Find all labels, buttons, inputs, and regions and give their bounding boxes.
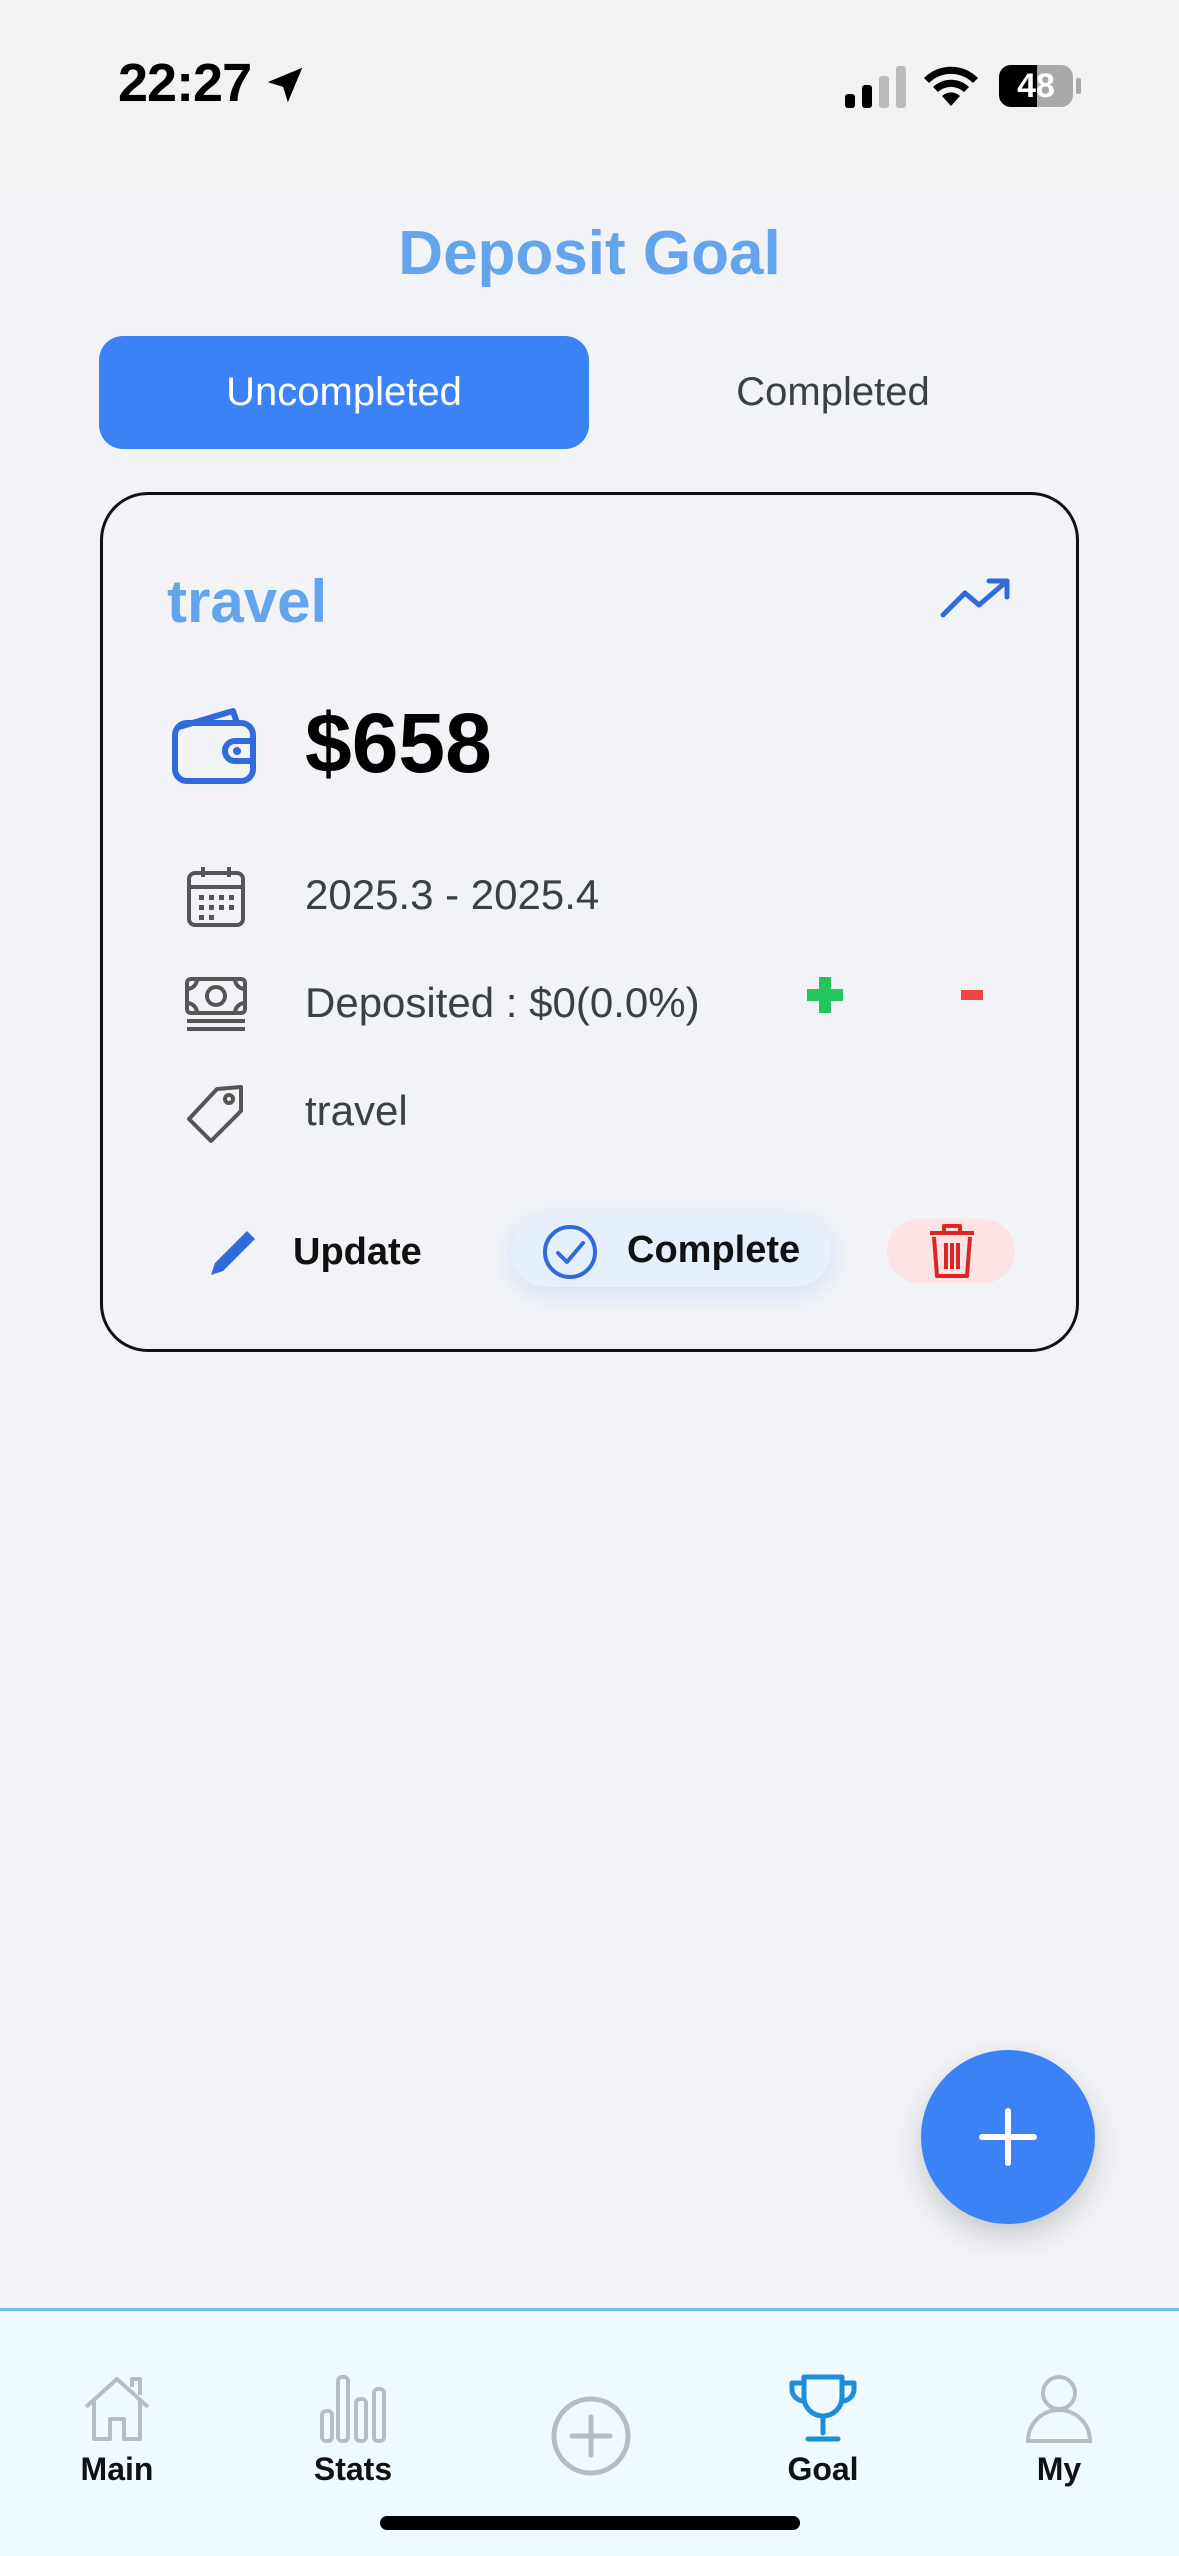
home-icon [84,2377,150,2441]
nav-stats-label: Stats [313,2451,393,2487]
delete-button[interactable] [887,1219,1015,1283]
goal-title: travel [167,568,328,635]
tag-icon [187,1085,243,1143]
bar-chart-icon [320,2375,386,2443]
trash-icon [930,1224,974,1278]
add-goal-fab[interactable] [921,2050,1095,2224]
wifi-icon [924,66,978,106]
nav-stats[interactable]: Stats [278,2371,428,2501]
status-bar: 22:27 48 [0,0,1179,200]
status-time: 22:27 [118,53,252,113]
complete-label: Complete [627,1229,801,1271]
page-title: Deposit Goal [398,219,781,288]
trending-up-icon[interactable] [939,575,1013,623]
nav-main[interactable]: Main [42,2371,192,2501]
plus-icon [979,2108,1037,2166]
nav-my[interactable]: My [984,2371,1134,2501]
goal-amount: $658 [305,696,492,790]
cellular-signal-icon [845,66,906,108]
update-label: Update [293,1231,422,1273]
nav-goal[interactable]: Goal [748,2371,898,2501]
add-circle-icon[interactable] [550,2395,632,2477]
tab-uncompleted[interactable]: Uncompleted [99,336,589,449]
wallet-icon [172,708,256,784]
pencil-icon [211,1231,255,1275]
tag-row: travel [103,1073,1082,1153]
period-row: 2025.3 - 2025.4 [103,857,1082,937]
home-indicator[interactable] [380,2516,800,2530]
location-arrow-icon [267,67,303,103]
battery-level: 48 [1017,67,1055,105]
tab-completed[interactable]: Completed [588,336,1078,449]
calendar-icon [187,867,245,927]
trophy-icon [789,2374,857,2442]
goal-tag: travel [305,1087,408,1134]
goal-period: 2025.3 - 2025.4 [305,871,600,918]
update-button[interactable]: Update [203,1219,443,1289]
nav-my-label: My [1036,2451,1082,2487]
complete-button[interactable]: Complete [511,1215,831,1287]
remove-deposit-button[interactable] [959,973,985,1017]
deposited-row: Deposited : $0(0.0%) [103,965,1082,1045]
money-icon [185,977,247,1031]
goal-card: travel $658 2025.3 - 2025.4 Deposited: … [100,492,1079,1352]
nav-goal-label: Goal [787,2451,859,2487]
check-circle-icon [543,1225,597,1279]
goal-deposited: Deposited : $0(0.0%) [305,979,700,1026]
add-deposit-button[interactable] [803,973,847,1017]
user-icon [1025,2375,1093,2443]
nav-main-label: Main [80,2451,154,2487]
